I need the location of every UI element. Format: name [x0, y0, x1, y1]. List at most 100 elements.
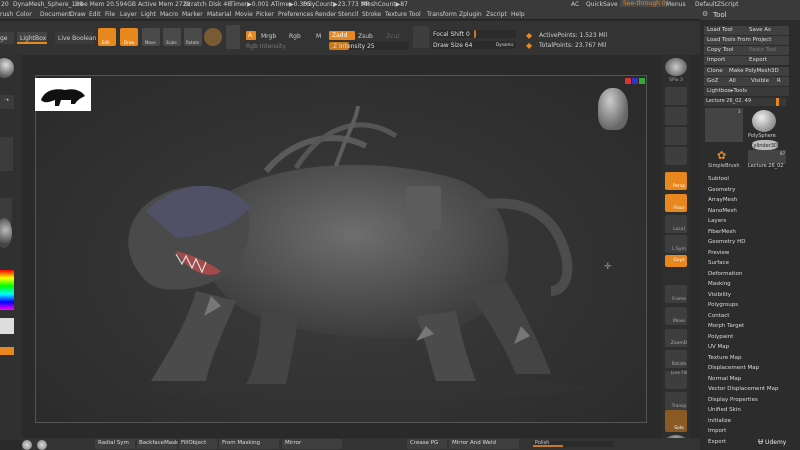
scale-button[interactable]: Scale	[163, 28, 181, 46]
m-button[interactable]: M	[316, 33, 321, 40]
zcut-button[interactable]: Zcut	[386, 33, 400, 40]
dynamic-toggle[interactable]: Dynamic	[496, 42, 514, 47]
brush-icon[interactable]	[0, 58, 14, 78]
line-fill-button[interactable]: Line Fill	[665, 371, 687, 389]
zoom-button[interactable]	[665, 107, 687, 125]
transp-button[interactable]: Transp	[665, 392, 687, 410]
polygroups-item[interactable]: Polygroups	[708, 302, 738, 308]
local-button[interactable]: Local	[665, 215, 687, 233]
solo-button[interactable]: Solo	[665, 410, 687, 432]
focal-shift-slider[interactable]: Focal Shift 0	[432, 30, 516, 38]
menus-button[interactable]: Menus	[666, 1, 686, 8]
preview-item[interactable]: Preview	[708, 250, 729, 256]
r-button[interactable]: R	[774, 77, 789, 86]
nanomesh-item[interactable]: NanoMesh	[708, 208, 737, 214]
menu-item-color[interactable]: Color	[16, 11, 32, 18]
menu-item-marker[interactable]: Marker	[182, 11, 203, 18]
menu-item-edit[interactable]: Edit	[89, 11, 101, 18]
menu-item-layer[interactable]: Layer	[120, 11, 137, 18]
menu-item-transform[interactable]: Transform	[427, 11, 457, 18]
a-toggle[interactable]: A	[246, 31, 256, 40]
nav-head-icon[interactable]	[598, 88, 628, 130]
polysphere-thumb[interactable]	[752, 110, 776, 132]
secondary-color-swatch[interactable]	[0, 347, 14, 355]
simplebrush-icon[interactable]: ✿	[717, 149, 726, 162]
actual-button[interactable]	[665, 127, 687, 145]
load-tools-from-project-button[interactable]: Load Tools From Project	[704, 36, 789, 45]
quicksave-button[interactable]: QuickSave	[586, 1, 618, 8]
display-properties-item[interactable]: Display Properties	[708, 397, 758, 403]
menu-item-file[interactable]: File	[105, 11, 115, 18]
menu-item-stencil[interactable]: Stencil	[338, 11, 358, 18]
deformation-item[interactable]: Deformation	[708, 271, 742, 277]
vector-displacement-map-item[interactable]: Vector Displacement Map	[708, 386, 778, 392]
menu-item-material[interactable]: Material	[207, 11, 231, 18]
z-intensity-slider[interactable]: Z Intensity 25	[329, 42, 409, 50]
make-polymesh3d-button[interactable]: Make PolyMesh3D	[726, 67, 789, 76]
mrgb-button[interactable]: Mrgb	[261, 33, 276, 40]
axis-gizmo[interactable]	[625, 78, 647, 92]
material-icon[interactable]	[0, 218, 12, 248]
visible-button[interactable]: Visible	[748, 77, 775, 86]
surface-item[interactable]: Surface	[708, 260, 729, 266]
menu-item-stroke[interactable]: Stroke	[362, 11, 381, 18]
all-button[interactable]: All	[726, 77, 749, 86]
export-button[interactable]: Export	[746, 56, 789, 65]
geometry-item[interactable]: Geometry	[708, 187, 735, 193]
aahalf-button[interactable]	[665, 147, 687, 165]
lsym-button[interactable]: L.Sym	[665, 235, 687, 253]
menu-item-macro[interactable]: Macro	[160, 11, 178, 18]
polish-slider[interactable]: Polish	[533, 440, 613, 447]
draw-button[interactable]: Draw	[120, 28, 138, 46]
fibermesh-item[interactable]: FiberMesh	[708, 229, 736, 235]
polypaint-item[interactable]: Polypaint	[708, 334, 733, 340]
normal-map-item[interactable]: Normal Map	[708, 376, 741, 382]
lightbox-button[interactable]: LightBox	[17, 32, 47, 44]
menu-item-draw[interactable]: Draw	[70, 11, 86, 18]
draw-size-slider[interactable]: Draw Size 64 Dynamic	[432, 41, 516, 49]
rgb-button[interactable]: Rgb	[289, 33, 301, 40]
live-boolean-button[interactable]: Live Boolean	[55, 32, 96, 44]
menu-item-brush[interactable]: rush	[0, 11, 13, 18]
unified-skin-item[interactable]: Unified Skin	[708, 407, 741, 413]
zoom3d-button[interactable]: ZoomD	[665, 329, 687, 347]
menu-item-movie[interactable]: Movie	[235, 11, 253, 18]
main-color-swatch[interactable]	[0, 318, 14, 334]
see-through-slider[interactable]: See-through 0	[620, 0, 669, 7]
clone-button[interactable]: Clone	[704, 67, 727, 76]
paste-tool-button[interactable]: Paste Tool	[746, 46, 789, 55]
material-sphere-button[interactable]	[204, 28, 222, 46]
menu-item-document[interactable]: Document	[40, 11, 71, 18]
initialize-item[interactable]: Initialize	[708, 418, 731, 424]
geometry-hd-item[interactable]: Geometry HD	[708, 239, 746, 245]
zadd-button[interactable]: Zadd	[329, 31, 355, 40]
color-swatch[interactable]	[226, 25, 240, 49]
menu-item-preferences[interactable]: Preferences	[278, 11, 313, 18]
import-item[interactable]: Import	[708, 428, 726, 434]
persp-button[interactable]: Persp	[665, 172, 687, 190]
visibility-item[interactable]: Visibility	[708, 292, 731, 298]
edit-button[interactable]: Edit	[98, 28, 116, 46]
uv-map-item[interactable]: UV Map	[708, 344, 729, 350]
rgb-intensity-slider[interactable]: Rgb Intensity	[246, 43, 286, 50]
menu-item-zplugin[interactable]: Zplugin	[459, 11, 482, 18]
menu-item-render[interactable]: Render	[315, 11, 336, 18]
masking-item[interactable]: Masking	[708, 281, 731, 287]
displacement-map-item[interactable]: Displacement Map	[708, 365, 759, 371]
move-view-button[interactable]: Move	[665, 307, 687, 325]
draw-size-lock-icon[interactable]	[413, 26, 429, 48]
export-item[interactable]: Export	[708, 439, 726, 445]
rotate-button[interactable]: Rotate	[184, 28, 202, 46]
subtool-item[interactable]: Subtool	[708, 176, 729, 182]
menu-item-texture[interactable]: Texture	[385, 11, 407, 18]
viewport-canvas[interactable]: ✛	[35, 75, 647, 423]
frame-button[interactable]: Frame	[665, 285, 687, 303]
goz-button[interactable]: GoZ	[704, 77, 727, 86]
bottom-sphere-icon-1[interactable]	[22, 440, 32, 450]
current-tool-slider[interactable]: Lecture 26_02. 49	[704, 98, 786, 106]
bottom-sphere-icon-2[interactable]	[37, 440, 47, 450]
brush-size-button[interactable]: ge	[0, 32, 14, 44]
menu-item-tool[interactable]: Tool	[409, 11, 421, 18]
color-picker[interactable]	[0, 270, 14, 310]
menu-item-light[interactable]: Light	[141, 11, 156, 18]
